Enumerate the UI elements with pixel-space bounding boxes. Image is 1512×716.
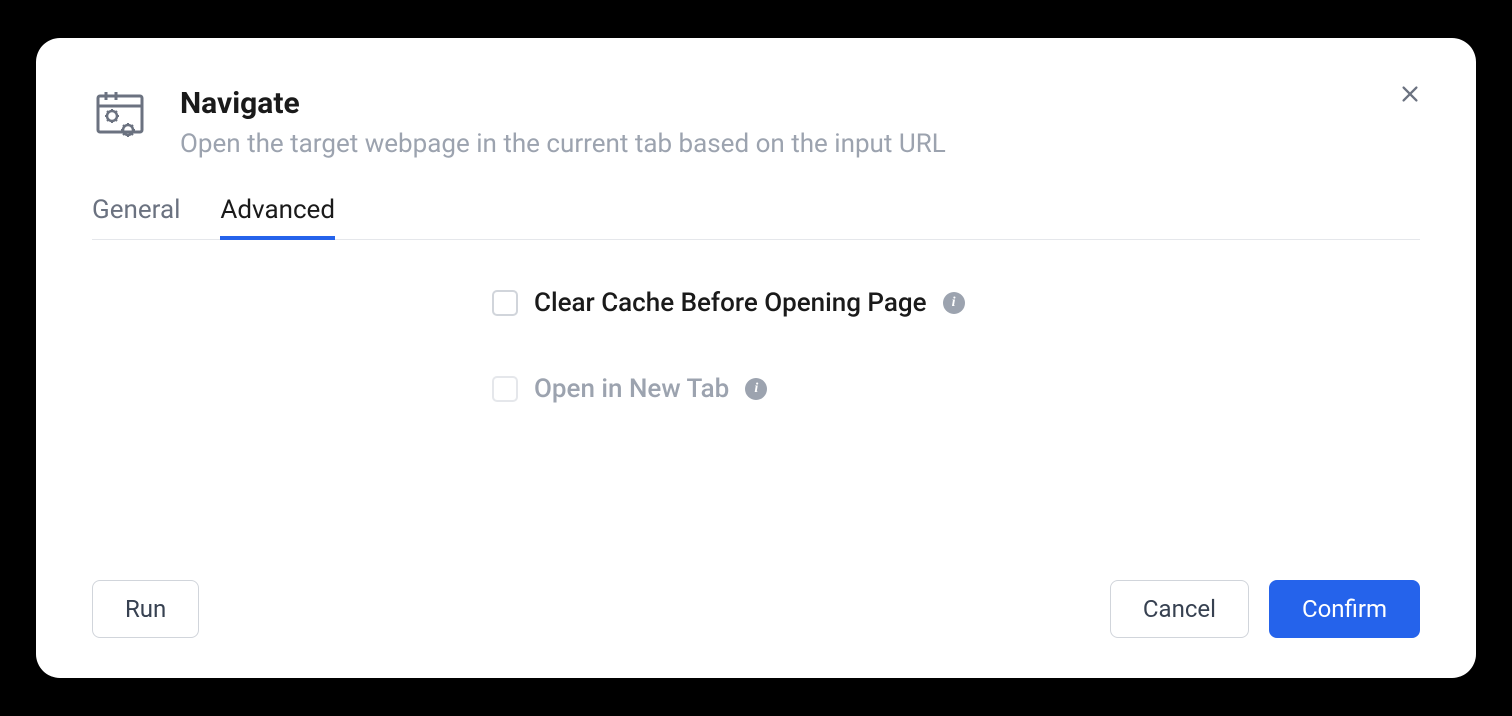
navigate-icon xyxy=(92,86,156,154)
close-icon xyxy=(1399,83,1421,105)
close-button[interactable] xyxy=(1396,80,1424,108)
open-new-tab-checkbox[interactable] xyxy=(492,376,518,402)
info-icon[interactable]: i xyxy=(943,292,965,314)
navigate-dialog: Navigate Open the target webpage in the … xyxy=(36,38,1476,678)
confirm-button[interactable]: Confirm xyxy=(1269,580,1420,638)
option-clear-cache: Clear Cache Before Opening Page i xyxy=(492,288,1420,318)
run-button[interactable]: Run xyxy=(92,580,199,638)
cancel-button[interactable]: Cancel xyxy=(1110,580,1249,638)
tabs: General Advanced xyxy=(92,195,1420,240)
info-icon[interactable]: i xyxy=(745,378,767,400)
clear-cache-label: Clear Cache Before Opening Page xyxy=(534,288,927,318)
tab-general[interactable]: General xyxy=(92,195,180,239)
tab-advanced[interactable]: Advanced xyxy=(220,195,335,239)
open-new-tab-label: Open in New Tab xyxy=(534,374,729,404)
dialog-subtitle: Open the target webpage in the current t… xyxy=(180,129,1420,159)
dialog-title: Navigate xyxy=(180,86,1420,121)
clear-cache-checkbox[interactable] xyxy=(492,290,518,316)
advanced-content: Clear Cache Before Opening Page i Open i… xyxy=(92,288,1420,580)
footer-right: Cancel Confirm xyxy=(1110,580,1420,638)
dialog-header: Navigate Open the target webpage in the … xyxy=(92,86,1420,159)
option-open-new-tab: Open in New Tab i xyxy=(492,374,1420,404)
dialog-footer: Run Cancel Confirm xyxy=(92,580,1420,638)
header-text: Navigate Open the target webpage in the … xyxy=(180,86,1420,159)
